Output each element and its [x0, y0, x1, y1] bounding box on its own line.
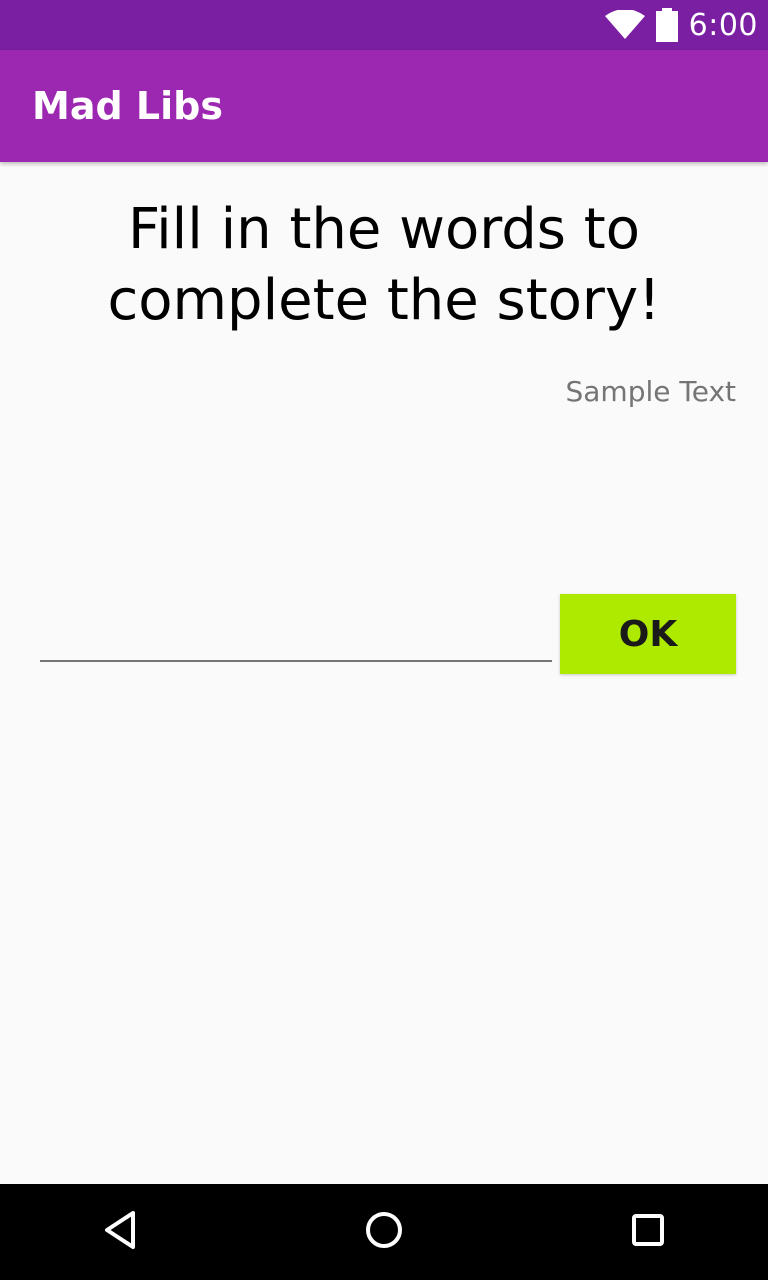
- app-title: Mad Libs: [32, 84, 223, 128]
- status-time: 6:00: [688, 7, 758, 43]
- app-bar: Mad Libs: [0, 50, 768, 162]
- sample-text-label: Sample Text: [565, 375, 736, 408]
- home-icon: [364, 1210, 404, 1254]
- word-input[interactable]: [40, 606, 552, 662]
- back-button[interactable]: [72, 1184, 168, 1280]
- recents-icon: [630, 1212, 666, 1252]
- ok-button[interactable]: OK: [560, 594, 736, 674]
- wifi-icon: [604, 10, 645, 40]
- nav-bar: [0, 1184, 768, 1280]
- home-button[interactable]: [336, 1184, 432, 1280]
- status-bar: 6:00: [0, 0, 768, 50]
- headline: Fill in the words to complete the story!: [107, 197, 661, 333]
- status-icons: 6:00: [604, 0, 758, 50]
- battery-icon: [655, 8, 679, 42]
- main-content: Fill in the words to complete the story!…: [0, 162, 768, 1184]
- recents-button[interactable]: [600, 1184, 696, 1280]
- back-icon: [100, 1210, 140, 1254]
